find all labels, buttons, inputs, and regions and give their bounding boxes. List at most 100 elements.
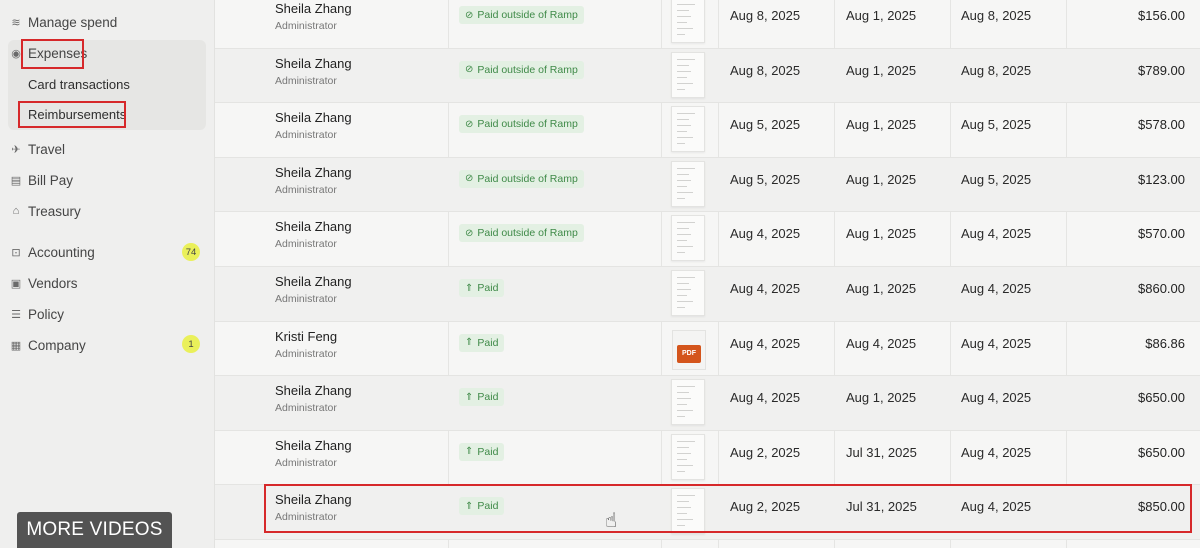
highlight-selected-row xyxy=(264,484,1192,533)
receipt-thumbnail[interactable] xyxy=(671,51,705,98)
transaction-date: Aug 5, 2025 xyxy=(730,117,801,133)
status-badge: ⇑ Paid xyxy=(459,279,505,297)
receipt-line xyxy=(677,404,687,406)
nav-manage-spend[interactable]: ≋ Manage spend xyxy=(10,11,117,33)
check-circle-icon: ⊘ xyxy=(465,227,474,239)
nav-card-transactions[interactable]: Card transactions xyxy=(28,77,130,92)
nav-bill-pay[interactable]: ▤ Bill Pay xyxy=(10,169,73,191)
sidebar: ≋ Manage spend ◉ Expenses Card transacti… xyxy=(0,0,215,548)
receipt-line xyxy=(677,222,695,224)
status-badge: ⇑ Paid xyxy=(459,442,505,461)
receipt-line xyxy=(677,386,695,388)
receipt-line xyxy=(677,191,693,193)
nav-label: Travel xyxy=(28,141,66,157)
submitted-date: Jul 31, 2025 xyxy=(846,444,917,460)
status-badge: ⊘ Paid outside of Ramp xyxy=(459,169,584,188)
receipt-line xyxy=(677,179,691,181)
receipt-line xyxy=(677,10,689,11)
paid-date: Aug 4, 2025 xyxy=(961,281,1032,296)
transaction-date: Aug 5, 2025 xyxy=(730,171,801,187)
pdf-icon: PDF xyxy=(677,344,701,363)
nav-label: Manage spend xyxy=(28,14,118,30)
nav-label: Accounting xyxy=(28,244,95,260)
receipt-line xyxy=(677,283,689,284)
receipt-thumbnail[interactable] xyxy=(671,0,705,43)
receipt-thumbnail[interactable] xyxy=(671,270,705,316)
receipt-line xyxy=(677,137,693,139)
amount: $860.00 xyxy=(1138,281,1185,296)
status-label: Paid outside of Ramp xyxy=(477,118,578,131)
receipt-line xyxy=(677,410,693,412)
employee-role: Administrator xyxy=(275,347,337,360)
transaction-date: Aug 4, 2025 xyxy=(730,226,801,242)
employee-name: Sheila Zhang xyxy=(275,55,352,71)
receipt-thumbnail[interactable] xyxy=(671,379,705,426)
table-row[interactable]: Sheila Zhang Administrator ⊘ Paid outside o… xyxy=(215,212,1200,267)
store-icon: ▣ xyxy=(10,277,22,290)
layers-icon: ≋ xyxy=(11,16,21,29)
paid-icon: ⇑ xyxy=(465,337,474,349)
status-label: Paid outside of Ramp xyxy=(477,63,578,76)
receipt-line xyxy=(677,119,689,121)
status-badge: ⊘ Paid outside of Ramp xyxy=(459,224,584,243)
table-row[interactable]: Sheila Zhang Administrator ⊘ Paid outside o… xyxy=(215,103,1200,158)
receipt-line xyxy=(677,167,695,169)
more-videos-button[interactable]: MORE VIDEOS xyxy=(17,512,172,548)
receipt-thumbnail[interactable] xyxy=(671,433,705,480)
company-badge: 1 xyxy=(182,335,200,353)
paid-date: Aug 5, 2025 xyxy=(961,171,1032,187)
receipt-line xyxy=(677,458,687,460)
status-badge: ⇑ Paid xyxy=(459,333,505,352)
receipt-line xyxy=(677,277,695,278)
receipt-line xyxy=(677,307,685,308)
amount: $789.00 xyxy=(1138,62,1185,78)
table-row[interactable]: Sheila Zhang Administrator ⊘ Paid outside o… xyxy=(215,0,1200,49)
paid-icon: ⇑ xyxy=(465,282,474,294)
receipt-thumbnail[interactable] xyxy=(671,215,705,262)
status-badge: ⊘ Paid outside of Ramp xyxy=(459,115,584,134)
receipt-line xyxy=(677,185,687,187)
nav-accounting[interactable]: ⊡ Accounting xyxy=(10,241,95,263)
transaction-date: Aug 2, 2025 xyxy=(730,444,801,460)
receipt-line xyxy=(677,64,689,66)
book-icon: ⊡ xyxy=(11,246,21,259)
receipt-line xyxy=(677,240,687,242)
plane-icon: ✈ xyxy=(11,143,21,156)
receipt-line xyxy=(677,252,685,254)
table-row[interactable]: Kristi Feng Administrator ⇑ Paid PDF Aug 4, 2… xyxy=(215,322,1200,377)
nav-label: Vendors xyxy=(28,275,78,291)
paid-date: Aug 4, 2025 xyxy=(961,444,1032,460)
submitted-date: Aug 4, 2025 xyxy=(846,335,917,351)
nav-label: Bill Pay xyxy=(28,172,74,188)
nav-policy[interactable]: ☰ Policy xyxy=(10,303,64,325)
submitted-date: Aug 1, 2025 xyxy=(846,8,917,23)
receipt-line xyxy=(677,70,691,72)
table-row[interactable]: Sheila Zhang Administrator ⇑ Paid Aug 4, 202… xyxy=(215,267,1200,322)
receipt-line xyxy=(677,295,687,296)
table-row[interactable]: Sheila Zhang Administrator ⇑ Paid Aug 2, 202… xyxy=(215,431,1200,486)
nav-travel[interactable]: ✈ Travel xyxy=(10,138,65,160)
nav-company[interactable]: ▦ Company xyxy=(10,334,86,356)
receipt-line xyxy=(677,131,687,133)
receipt-line xyxy=(677,234,691,236)
table-row[interactable]: Sheila Zhang Administrator ⇑ Paid Aug 4, 202… xyxy=(215,376,1200,431)
receipt-line xyxy=(677,464,693,466)
receipt-thumbnail[interactable]: PDF xyxy=(672,329,706,370)
nav-label: Company xyxy=(28,337,86,353)
status-badge: ⊘ Paid outside of Ramp xyxy=(459,6,584,24)
receipt-thumbnail[interactable] xyxy=(671,160,705,207)
table-row[interactable]: Sheila Zhang Administrator ⊘ Paid outside o… xyxy=(215,48,1200,104)
nav-treasury[interactable]: ⌂ Treasury xyxy=(10,200,81,222)
nav-vendors[interactable]: ▣ Vendors xyxy=(10,272,78,294)
highlight-reimbursements xyxy=(18,101,126,128)
check-circle-icon: ⊘ xyxy=(465,173,474,185)
transaction-date: Aug 8, 2025 xyxy=(730,62,801,78)
amount: $578.00 xyxy=(1138,117,1185,133)
receipt-thumbnail[interactable] xyxy=(671,106,705,153)
table-row[interactable]: Sheila Zhang Administrator ⊘ Paid outside o… xyxy=(215,157,1200,213)
amount: $570.00 xyxy=(1138,226,1185,242)
receipt-line xyxy=(677,16,691,17)
status-label: Paid outside of Ramp xyxy=(477,9,578,21)
receipt-line xyxy=(677,82,693,84)
receipt-line xyxy=(677,301,693,302)
